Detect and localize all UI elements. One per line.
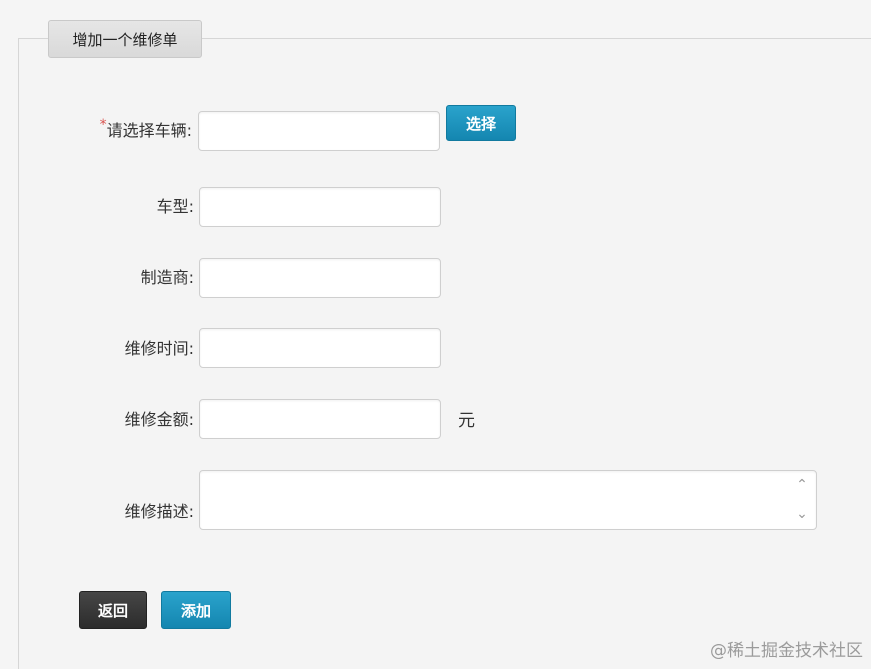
page: 增加一个维修单 *请选择车辆: 选择 车型: 制造商: 维修时间: 维修金额: …: [0, 0, 871, 669]
model-label: 车型:: [156, 197, 194, 216]
panel-tab-title[interactable]: 增加一个维修单: [48, 20, 202, 58]
manufacturer-label: 制造商:: [140, 268, 194, 287]
repair-amount-label: 维修金额:: [124, 410, 194, 429]
vehicle-label-wrap: *请选择车辆:: [0, 117, 192, 141]
repair-time-label: 维修时间:: [124, 339, 194, 358]
required-mark: *: [99, 117, 107, 133]
repair-desc-textarea[interactable]: [199, 470, 817, 530]
chevron-up-icon[interactable]: ⌃: [792, 471, 812, 500]
repair-desc-label: 维修描述:: [124, 502, 194, 521]
manufacturer-input[interactable]: [199, 258, 441, 298]
watermark: @稀土掘金技术社区: [710, 641, 863, 661]
repair-time-input[interactable]: [199, 328, 441, 368]
model-input[interactable]: [199, 187, 441, 227]
repair-amount-input[interactable]: [199, 399, 441, 439]
currency-unit: 元: [458, 411, 475, 431]
vehicle-input[interactable]: [198, 111, 440, 151]
textarea-spinner[interactable]: ⌃ ⌄: [792, 471, 812, 529]
back-button[interactable]: 返回: [79, 591, 147, 629]
chevron-down-icon[interactable]: ⌄: [792, 500, 812, 529]
vehicle-label: 请选择车辆:: [106, 121, 192, 140]
add-button[interactable]: 添加: [161, 591, 231, 629]
select-vehicle-button[interactable]: 选择: [446, 105, 516, 141]
